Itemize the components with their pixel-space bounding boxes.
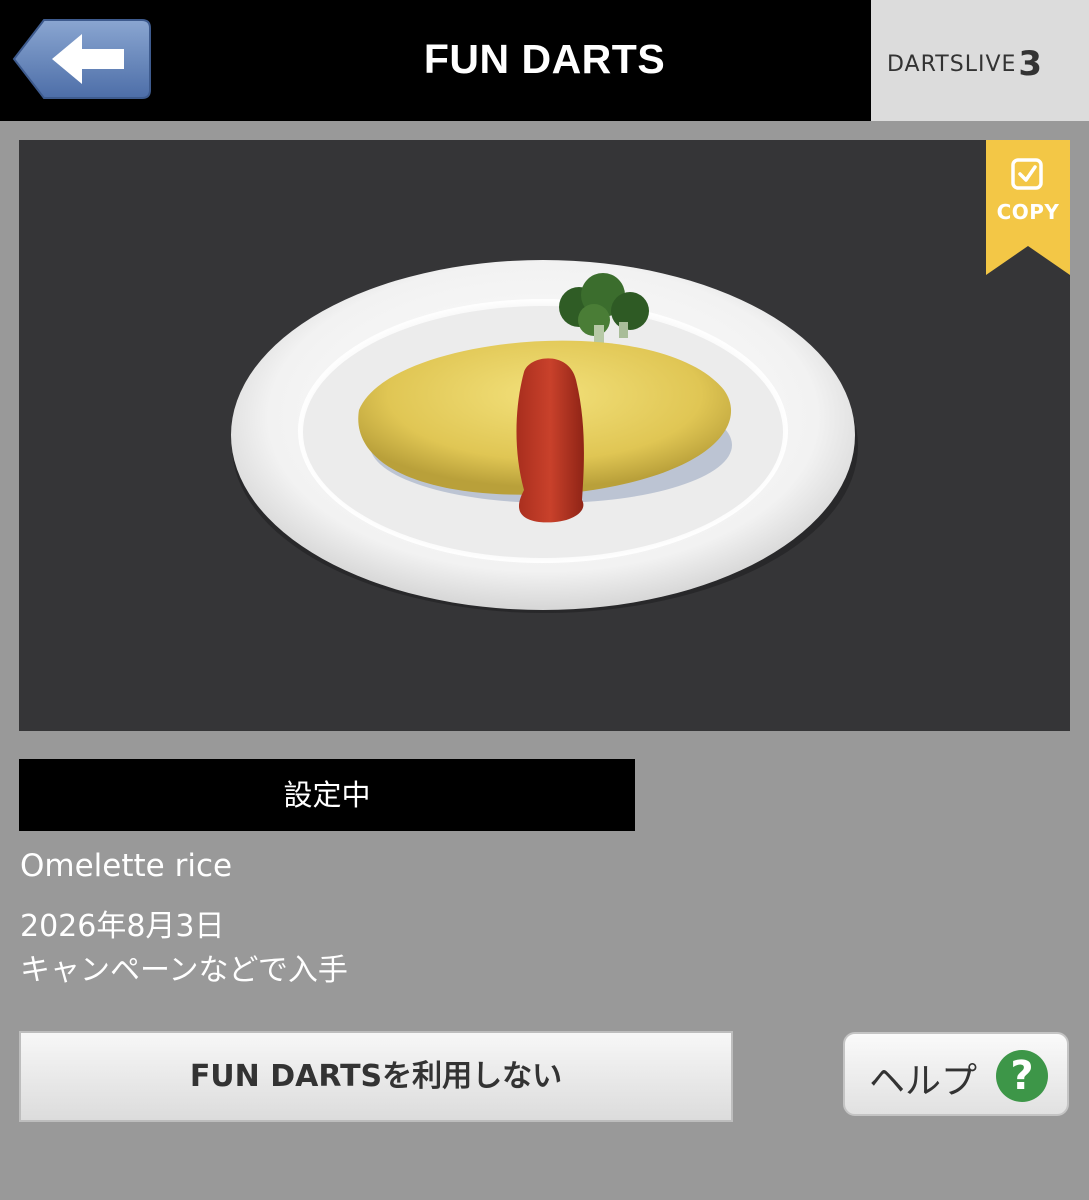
brand-logo: DARTSLIVE3	[887, 44, 1044, 84]
item-preview: COPY	[19, 140, 1070, 731]
brand-logo-area: DARTSLIVE3	[871, 0, 1089, 121]
status-badge: 設定中	[19, 759, 635, 831]
header-bar: FUN DARTS DARTSLIVE3	[0, 0, 1089, 121]
help-label: ヘルプ	[869, 1061, 978, 1102]
question-mark-icon: ?	[996, 1050, 1048, 1102]
copy-badge: COPY	[986, 140, 1070, 275]
item-source: キャンペーンなどで入手	[20, 953, 348, 988]
omelette-rice-image	[231, 260, 858, 613]
help-button[interactable]: ヘルプ ?	[843, 1032, 1069, 1116]
item-name: Omelette rice	[20, 848, 233, 884]
item-date: 2026年8月3日	[20, 909, 225, 944]
disable-fun-darts-button[interactable]: FUN DARTSを利用しない	[19, 1031, 733, 1122]
copy-label: COPY	[996, 200, 1060, 224]
